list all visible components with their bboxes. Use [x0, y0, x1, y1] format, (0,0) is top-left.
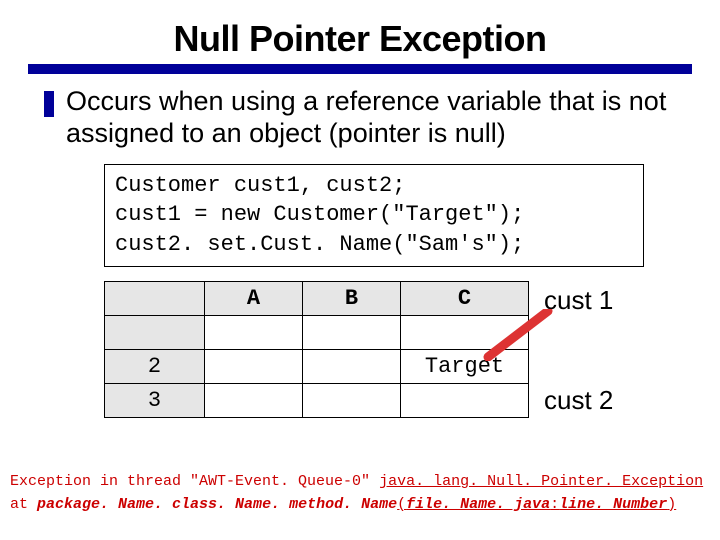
table-area: A B C 2 Target 3 cus — [104, 281, 704, 423]
table-row: 3 — [105, 383, 529, 417]
exc-package: package. Name. — [37, 496, 163, 513]
row-spacer — [105, 315, 205, 349]
slide-title: Null Pointer Exception — [28, 18, 692, 60]
exc-prefix: Exception in thread "AWT-Event. Queue-0" — [10, 473, 379, 490]
col-header-c: C — [401, 281, 529, 315]
title-rule — [28, 64, 692, 74]
exc-colon: : — [550, 496, 559, 513]
code-line-3: cust2. set.Cust. Name("Sam's"); — [115, 230, 633, 260]
col-header-b: B — [303, 281, 401, 315]
exc-className: class. Name. — [163, 496, 280, 513]
row-header-2: 2 — [105, 349, 205, 383]
exception-line-1: Exception in thread "AWT-Event. Queue-0"… — [10, 471, 710, 494]
exc-at: at — [10, 496, 37, 513]
exception-line-2: at package. Name. class. Name. method. N… — [10, 494, 710, 517]
exc-paren-close: ) — [667, 496, 676, 513]
bullet-text: Occurs when using a reference variable t… — [66, 86, 690, 150]
col-header-a: A — [205, 281, 303, 315]
cell — [303, 315, 401, 349]
cell-3c — [401, 383, 529, 417]
cell-2a — [205, 349, 303, 383]
code-line-2: cust1 = new Customer("Target"); — [115, 200, 633, 230]
table-row: 2 Target — [105, 349, 529, 383]
exc-class: java. lang. Null. Pointer. Exception — [379, 473, 703, 490]
code-line-1: Customer cust1, cust2; — [115, 171, 633, 201]
row-header-3: 3 — [105, 383, 205, 417]
cell — [401, 315, 529, 349]
exc-file: file. Name. java — [406, 496, 550, 513]
cell-3b — [303, 383, 401, 417]
exc-method: method. Name — [280, 496, 397, 513]
exception-text: Exception in thread "AWT-Event. Queue-0"… — [10, 471, 710, 516]
cell-3a — [205, 383, 303, 417]
label-cust1: cust 1 — [544, 285, 613, 316]
memory-table: A B C 2 Target 3 — [104, 281, 529, 418]
exc-paren-open: ( — [397, 496, 406, 513]
bullet-icon — [44, 91, 54, 117]
cell-2c: Target — [401, 349, 529, 383]
exc-linenum: line. Number — [559, 496, 667, 513]
bullet-item: Occurs when using a reference variable t… — [44, 86, 690, 150]
corner-cell — [105, 281, 205, 315]
cell — [205, 315, 303, 349]
cell-2b — [303, 349, 401, 383]
code-box: Customer cust1, cust2; cust1 = new Custo… — [104, 164, 644, 267]
label-cust2: cust 2 — [544, 385, 613, 416]
